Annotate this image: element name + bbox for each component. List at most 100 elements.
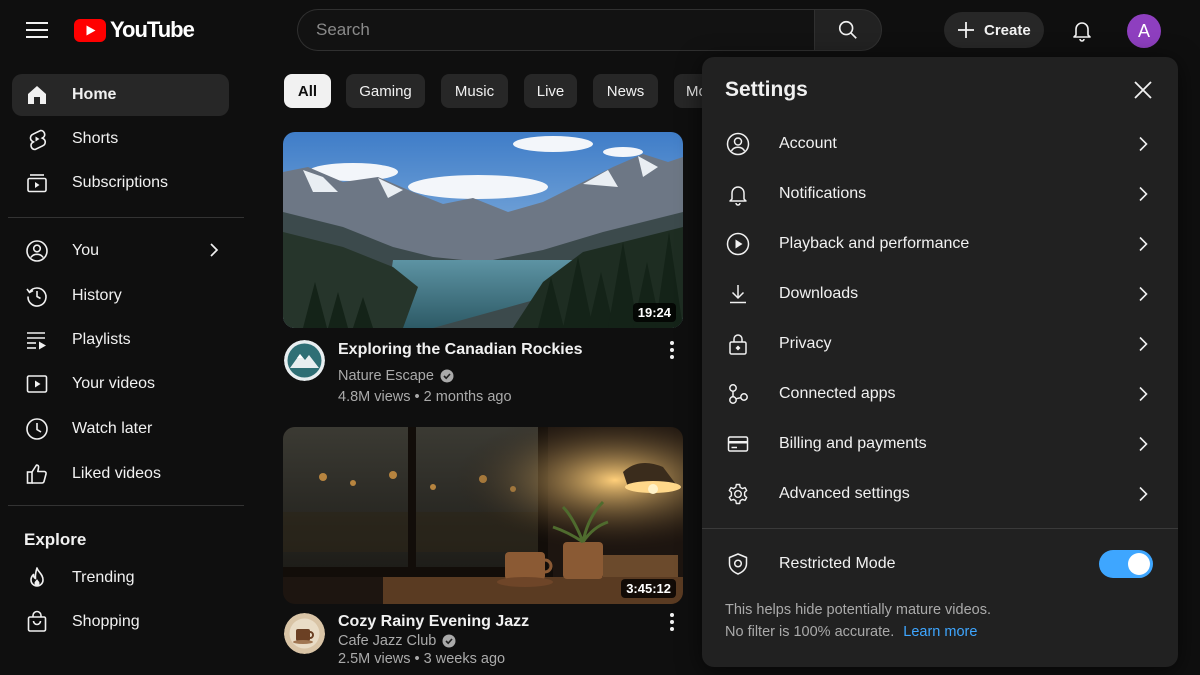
- settings-item-label: Advanced settings: [779, 485, 910, 502]
- sidebar-divider: [8, 217, 244, 218]
- search-bar: [297, 9, 882, 51]
- sidebar-item-history[interactable]: History: [12, 275, 229, 317]
- verified-icon: [442, 634, 456, 648]
- channel-avatar[interactable]: [284, 340, 325, 381]
- video-thumbnail[interactable]: 3:45:12: [283, 427, 683, 604]
- chip-all[interactable]: All: [284, 74, 331, 108]
- connected-apps-icon: [725, 381, 751, 407]
- settings-item-advanced[interactable]: Advanced settings: [702, 469, 1178, 519]
- home-icon: [24, 82, 50, 108]
- chevron-right-icon: [1134, 485, 1152, 503]
- mountain-lake-image: [283, 132, 683, 328]
- chip-music[interactable]: Music: [441, 74, 508, 108]
- chevron-right-icon: [205, 241, 223, 259]
- account-avatar[interactable]: A: [1127, 14, 1161, 48]
- channel-name[interactable]: Cafe Jazz Club: [338, 633, 456, 649]
- channel-name-text: Cafe Jazz Club: [338, 633, 437, 649]
- channel-avatar[interactable]: [284, 613, 325, 654]
- chip-news[interactable]: News: [593, 74, 658, 108]
- sidebar-item-you[interactable]: You: [12, 230, 229, 272]
- chevron-right-icon: [1134, 185, 1152, 203]
- chip-live[interactable]: Live: [524, 74, 577, 108]
- settings-item-account[interactable]: Account: [702, 119, 1178, 169]
- sidebar-item-label: Subscriptions: [72, 174, 169, 191]
- sidebar-item-subscriptions[interactable]: Subscriptions: [12, 162, 229, 204]
- gear-icon: [725, 481, 751, 507]
- notifications-button[interactable]: [1064, 12, 1100, 48]
- settings-item-label: Account: [779, 135, 837, 152]
- chevron-right-icon: [1134, 435, 1152, 453]
- video-title[interactable]: Cozy Rainy Evening Jazz: [338, 613, 529, 631]
- more-options-icon[interactable]: [664, 611, 680, 633]
- settings-item-playback[interactable]: Playback and performance: [702, 219, 1178, 269]
- settings-item-privacy[interactable]: Privacy: [702, 319, 1178, 369]
- sidebar-item-home[interactable]: Home: [12, 74, 229, 116]
- settings-item-label: Notifications: [779, 185, 867, 202]
- sidebar-item-label: Playlists: [72, 331, 131, 348]
- sidebar-item-trending[interactable]: Trending: [12, 557, 229, 599]
- chevron-right-icon: [1134, 335, 1152, 353]
- create-button[interactable]: Create: [944, 12, 1044, 48]
- sidebar-item-label: Liked videos: [72, 465, 161, 482]
- video-title[interactable]: Exploring the Canadian Rockies: [338, 341, 583, 359]
- sidebar-item-liked-videos[interactable]: Liked videos: [12, 453, 229, 495]
- subscriptions-icon: [24, 170, 50, 196]
- sidebar-item-label: Your videos: [72, 375, 156, 392]
- chevron-right-icon: [1134, 385, 1152, 403]
- settings-panel: Settings Account Notifications Playback …: [702, 57, 1178, 667]
- menu-icon[interactable]: [19, 12, 55, 48]
- sidebar-item-label: Watch later: [72, 420, 153, 437]
- learn-more-link[interactable]: Learn more: [903, 624, 977, 640]
- download-icon: [725, 281, 751, 307]
- video-duration: 19:24: [632, 303, 676, 322]
- sidebar-item-watch-later[interactable]: Watch later: [12, 408, 229, 450]
- clock-icon: [24, 416, 50, 442]
- sidebar-item-label: Shopping: [72, 613, 140, 630]
- chevron-right-icon: [1134, 135, 1152, 153]
- chevron-right-icon: [1134, 235, 1152, 253]
- settings-item-connected-apps[interactable]: Connected apps: [702, 369, 1178, 419]
- account-icon: [725, 131, 751, 157]
- sidebar-item-label: Shorts: [72, 130, 119, 147]
- youtube-logo[interactable]: YouTube: [74, 17, 195, 43]
- search-button[interactable]: [814, 9, 882, 51]
- create-label: Create: [984, 21, 1031, 39]
- explore-heading: Explore: [24, 530, 87, 549]
- playlists-icon: [24, 327, 50, 353]
- top-bar: YouTube Create A: [0, 0, 1200, 60]
- help-line-1: This helps hide potentially mature video…: [725, 602, 991, 618]
- your-videos-icon: [24, 371, 50, 397]
- channel-name-text: Nature Escape: [338, 368, 434, 384]
- sidebar-item-shopping[interactable]: Shopping: [12, 601, 229, 643]
- sidebar-item-label: You: [72, 242, 99, 259]
- restricted-mode-toggle[interactable]: [1099, 550, 1153, 578]
- more-options-icon[interactable]: [664, 339, 680, 361]
- sidebar-item-label: Home: [72, 86, 117, 103]
- flame-icon: [24, 565, 50, 591]
- sidebar-item-playlists[interactable]: Playlists: [12, 319, 229, 361]
- sidebar-item-label: History: [72, 287, 122, 304]
- settings-item-billing[interactable]: Billing and payments: [702, 419, 1178, 469]
- settings-item-notifications[interactable]: Notifications: [702, 169, 1178, 219]
- close-icon[interactable]: [1130, 77, 1156, 103]
- help-line-2-text: No filter is 100% accurate.: [725, 624, 895, 640]
- video-thumbnail[interactable]: 19:24: [283, 132, 683, 328]
- shorts-icon: [24, 126, 50, 152]
- settings-item-label: Playback and performance: [779, 235, 970, 252]
- thumbs-up-icon: [24, 461, 50, 487]
- toggle-knob: [1128, 553, 1150, 575]
- search-input[interactable]: [297, 9, 814, 51]
- lock-icon: [725, 331, 751, 357]
- sidebar-item-shorts[interactable]: Shorts: [12, 118, 229, 160]
- shield-icon: [725, 551, 751, 577]
- settings-item-downloads[interactable]: Downloads: [702, 269, 1178, 319]
- sidebar-item-your-videos[interactable]: Your videos: [12, 363, 229, 405]
- video-duration: 3:45:12: [621, 579, 676, 598]
- settings-item-label: Connected apps: [779, 385, 896, 402]
- person-icon: [24, 238, 50, 264]
- channel-name[interactable]: Nature Escape: [338, 368, 454, 384]
- sidebar-item-label: Trending: [72, 569, 135, 586]
- chip-gaming[interactable]: Gaming: [346, 74, 425, 108]
- rainy-cafe-image: [283, 427, 683, 604]
- youtube-play-icon: [74, 18, 106, 42]
